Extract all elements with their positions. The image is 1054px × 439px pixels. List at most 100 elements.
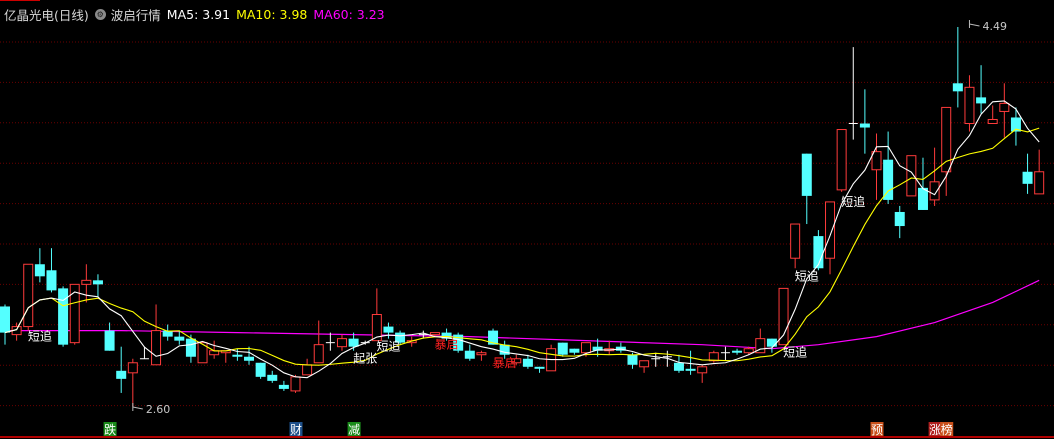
candle (766, 338, 777, 353)
candle (732, 348, 743, 355)
candle (941, 106, 952, 196)
candle-body (581, 342, 591, 354)
candle (708, 350, 719, 363)
candle-body (859, 123, 870, 128)
candle (929, 147, 940, 206)
candle (1022, 153, 1033, 194)
candle-body (697, 366, 708, 374)
candle-body (976, 97, 987, 104)
candle-body (917, 187, 928, 210)
event-badge[interactable]: 预 (870, 422, 884, 437)
candle (546, 344, 557, 372)
low-price-label: 2.60 (146, 403, 171, 416)
candle-body (766, 338, 777, 347)
candle (162, 324, 173, 341)
candle (651, 352, 661, 367)
candle-body (185, 338, 196, 357)
candle-body (58, 288, 69, 345)
event-badge[interactable]: 涨 (928, 422, 942, 437)
candle-body (313, 344, 324, 364)
candle (336, 334, 347, 351)
candle-body (23, 263, 34, 328)
candle (778, 287, 789, 346)
candle-body (232, 354, 243, 357)
candle (534, 366, 545, 373)
signal-label: 短追 (376, 339, 400, 354)
candle-body (302, 364, 313, 376)
candle (836, 129, 847, 192)
event-badge[interactable]: 减 (347, 422, 361, 437)
candle (894, 205, 905, 239)
candle (604, 340, 615, 355)
candle (267, 370, 278, 383)
candle-body (290, 376, 301, 392)
bottom-divider (0, 436, 1054, 438)
badge-label: 财 (290, 423, 302, 437)
signal-label: 短追 (795, 268, 819, 283)
candle-body (383, 326, 394, 333)
candle (790, 223, 801, 269)
candle (81, 264, 92, 303)
candle (1034, 149, 1045, 195)
candle (464, 344, 475, 361)
annotation-arrow (969, 23, 980, 27)
candle-body (34, 264, 45, 277)
candle (1010, 107, 1021, 146)
candle (871, 133, 882, 200)
candle-body (987, 118, 998, 125)
candle-body (836, 129, 847, 191)
candle (58, 286, 69, 347)
candle (848, 47, 858, 140)
signal-label: 短追 (841, 194, 865, 209)
candle (104, 322, 115, 351)
signal-label: 短追 (28, 329, 52, 344)
candle-body (952, 83, 963, 92)
candle-body (557, 342, 568, 355)
candle-body (790, 223, 801, 259)
candle-body (151, 330, 162, 366)
candle (569, 348, 580, 355)
candle (46, 248, 57, 293)
candle (976, 65, 987, 114)
candle-body (0, 306, 10, 333)
candle-body (778, 287, 789, 346)
candle (302, 358, 313, 376)
event-badge[interactable]: 跌 (103, 422, 117, 437)
event-badge[interactable]: 榜 (940, 422, 954, 437)
signal-label: 短追 (783, 345, 807, 360)
candle-body (464, 350, 475, 359)
badge-label: 涨 (929, 422, 941, 437)
candle (185, 334, 196, 363)
candle (278, 380, 289, 391)
candle (673, 354, 684, 373)
candle (964, 75, 975, 132)
candle (999, 83, 1010, 138)
candle (825, 201, 836, 275)
candle-body (627, 354, 638, 365)
badge-label: 跌 (104, 422, 116, 437)
candle-body (569, 348, 580, 353)
candle (697, 364, 708, 383)
candle (476, 350, 487, 361)
candle-body (941, 106, 952, 173)
candle-body (534, 366, 545, 369)
candle-body (883, 159, 894, 200)
candle (220, 350, 231, 363)
candle-body (732, 350, 743, 353)
candle (639, 360, 650, 373)
candle-body (174, 336, 185, 341)
candle (92, 274, 103, 297)
candlestick-chart[interactable]: 短追起张短追 暴启暴启短追短追短追4.492.60跌财减预涨榜 (0, 0, 1054, 439)
candle (615, 342, 626, 353)
candle-body (929, 181, 940, 201)
candle-body (92, 280, 103, 285)
candle-body (267, 374, 278, 381)
candle-body (104, 330, 115, 351)
event-badge[interactable]: 财 (289, 422, 303, 437)
candle-body (336, 338, 347, 348)
candle-body (743, 348, 754, 354)
candle-body (825, 201, 836, 259)
candle (371, 288, 382, 342)
candle-body (685, 368, 696, 371)
candle-body (964, 86, 975, 125)
